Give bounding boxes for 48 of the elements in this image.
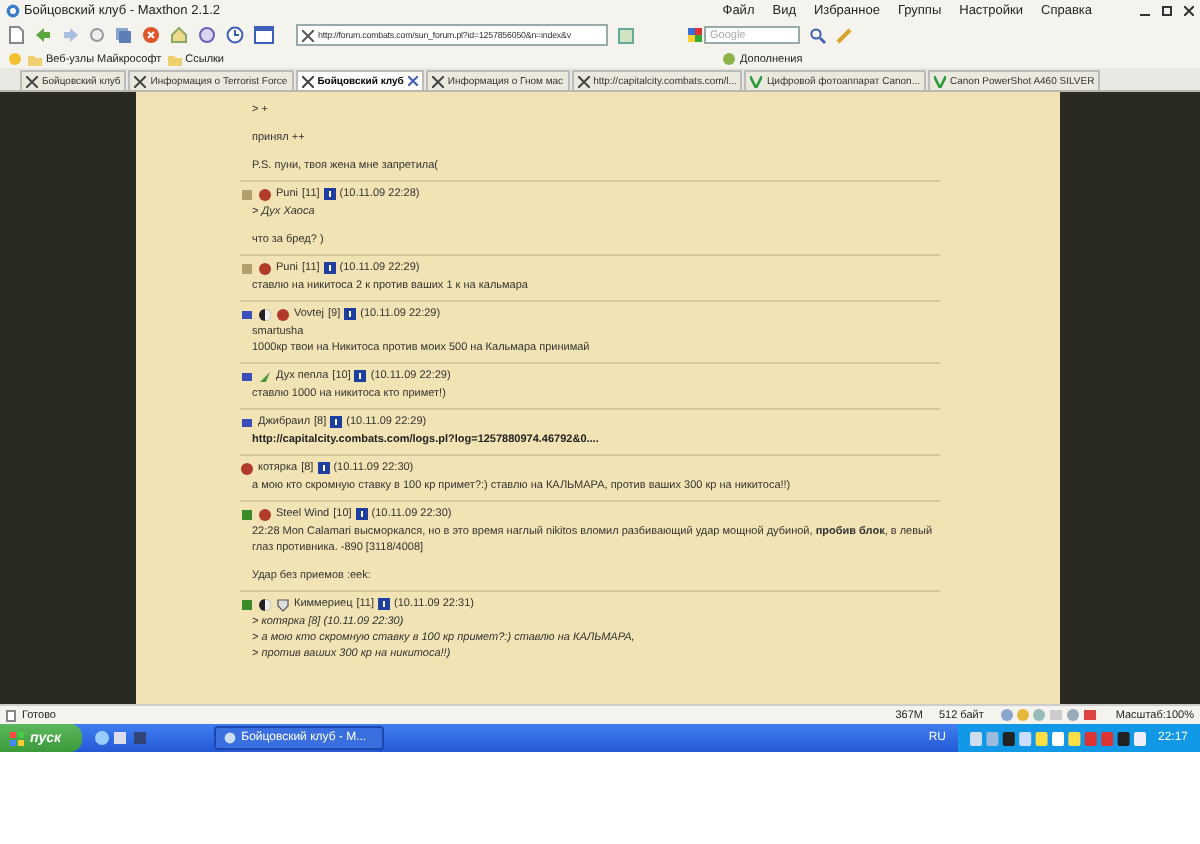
crossed-swords-icon: [577, 75, 590, 87]
yin-yang-icon: [258, 597, 272, 611]
crossed-swords-icon: [431, 75, 444, 87]
info-icon[interactable]: [355, 508, 368, 520]
orb-icon: [258, 187, 272, 201]
close-icon[interactable]: [1184, 5, 1194, 15]
info-icon[interactable]: [354, 370, 367, 382]
info-icon[interactable]: [323, 262, 336, 274]
leaf-icon: [258, 369, 272, 383]
square-icon: [240, 597, 254, 611]
stop-icon[interactable]: [142, 26, 160, 44]
orb-icon: [276, 307, 290, 321]
window-icon[interactable]: [254, 26, 274, 44]
arrow-left-icon[interactable]: [34, 26, 52, 44]
v-logo-icon: [934, 75, 946, 87]
quick-launch-drawing: [93, 730, 146, 746]
info-icon[interactable]: [378, 598, 391, 610]
info-icon[interactable]: [330, 416, 343, 428]
circle-icon[interactable]: [90, 28, 104, 42]
crossed-swords-icon: [134, 75, 147, 87]
square-icon: [240, 507, 254, 521]
browser-logo-icon: [6, 3, 20, 17]
square-icon: [240, 369, 254, 383]
orb-icon: [258, 507, 272, 521]
windows-flag-icon: [10, 731, 24, 745]
square-icon: [240, 307, 254, 321]
windows-icon[interactable]: [114, 26, 132, 44]
v-logo-icon: [750, 75, 763, 87]
maximize-icon[interactable]: [1162, 5, 1172, 15]
orb-icon: [258, 261, 272, 275]
crossed-swords-icon: [301, 75, 314, 87]
google-logo-icon: [688, 28, 702, 42]
yin-yang-icon: [258, 307, 272, 321]
addons-icon: [722, 52, 737, 66]
badge-icon: [240, 261, 254, 275]
search-icon[interactable]: [810, 27, 826, 43]
close-icon[interactable]: [407, 76, 418, 86]
info-icon[interactable]: [344, 308, 357, 320]
square-icon: [240, 415, 254, 429]
browser-logo-icon: [223, 732, 236, 744]
badge-icon: [240, 187, 254, 201]
shield-icon: [276, 597, 290, 611]
info-icon[interactable]: [323, 188, 336, 200]
info-icon[interactable]: [317, 462, 330, 474]
orb-icon: [240, 461, 254, 475]
history-icon[interactable]: [198, 26, 216, 44]
clock-icon[interactable]: [226, 26, 244, 44]
crossed-swords-icon: [26, 75, 38, 87]
